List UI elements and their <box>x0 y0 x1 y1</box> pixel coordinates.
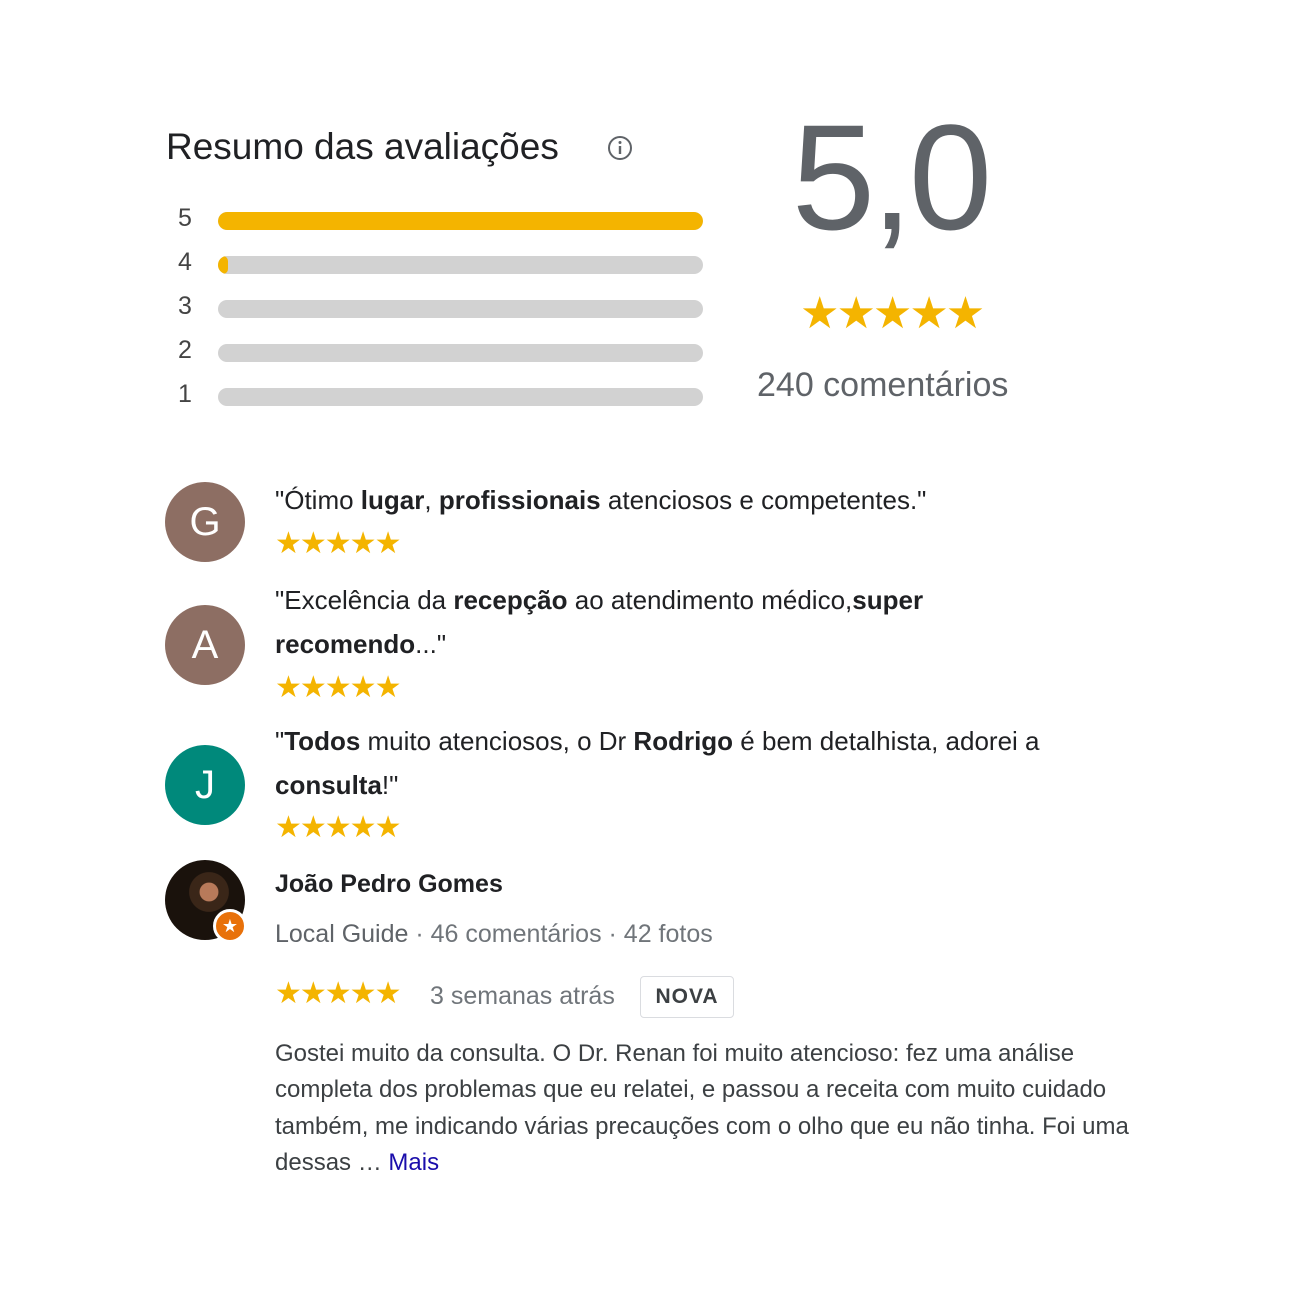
avatar: A <box>165 605 245 685</box>
rating-bar-label: 5 <box>178 204 192 232</box>
quote-highlight: Rodrigo <box>633 726 734 756</box>
rating-bar-3[interactable]: 3 <box>178 288 708 332</box>
local-guide-label: Local Guide <box>275 920 409 948</box>
rating-bar-1[interactable]: 1 <box>178 376 708 420</box>
quote-text: é bem detalhista, adorei a <box>733 726 1040 756</box>
more-link[interactable]: Mais <box>388 1149 439 1176</box>
average-score: 5,0 <box>791 93 993 261</box>
reviewer-meta: Local Guide · 46 comentários · 42 fotos <box>275 920 713 949</box>
review-stars: ★★★★★ <box>275 811 401 844</box>
local-guide-star-icon: ★ <box>213 909 247 943</box>
reviewer-name[interactable]: João Pedro Gomes <box>275 870 503 899</box>
rating-bar-fill <box>218 256 228 274</box>
rating-bar-track <box>218 256 703 274</box>
summary-title: Resumo das avaliações <box>166 126 559 167</box>
avatar: J <box>165 745 245 825</box>
rating-bar-track <box>218 344 703 362</box>
rating-bar-label: 4 <box>178 248 192 276</box>
rating-bar-fill <box>218 212 703 230</box>
quote-text: "Ótimo <box>275 485 361 515</box>
quote-highlight: consulta <box>275 770 382 800</box>
quote-text: muito atenciosos, o Dr <box>360 726 634 756</box>
quote-text: !" <box>381 770 399 800</box>
rating-bar-label: 3 <box>178 292 192 320</box>
review-snippet[interactable]: "Todos muito atenciosos, o Dr Rodrigo é … <box>275 719 1125 807</box>
review-snippet[interactable]: "Ótimo lugar, profissionais atenciosos e… <box>275 478 1145 522</box>
quote-text: ..." <box>415 629 447 659</box>
review-snippet[interactable]: "Excelência da recepção ao atendimento m… <box>275 578 995 666</box>
review-stars: ★★★★★ <box>275 977 401 1010</box>
quote-text: atenciosos e competentes." <box>600 485 927 515</box>
rating-bar-4[interactable]: 4 <box>178 244 708 288</box>
rating-bar-track <box>218 300 703 318</box>
quote-text: "Excelência da <box>275 585 454 615</box>
review-stars: ★★★★★ <box>275 527 401 560</box>
rating-bar-label: 2 <box>178 336 192 364</box>
quote-highlight: recepção <box>453 585 568 615</box>
review-body: Gostei muito da consulta. O Dr. Renan fo… <box>275 1036 1155 1181</box>
new-badge: NOVA <box>640 976 734 1018</box>
avatar: G <box>165 482 245 562</box>
review-stars: ★★★★★ <box>275 671 401 704</box>
rating-bar-track <box>218 388 703 406</box>
quote-text: " <box>275 726 285 756</box>
rating-bar-label: 1 <box>178 380 192 408</box>
quote-text: ao atendimento médico, <box>567 585 853 615</box>
average-stars: ★★★★★ <box>800 289 985 338</box>
rating-bar-2[interactable]: 2 <box>178 332 708 376</box>
rating-bar-track <box>218 212 703 230</box>
quote-highlight: Todos <box>284 726 361 756</box>
review-count-link[interactable]: 240 comentários <box>757 366 1008 405</box>
quote-text: , <box>424 485 439 515</box>
rating-bar-5[interactable]: 5 <box>178 200 708 244</box>
reviewer-stats: · 46 comentários · 42 fotos <box>408 920 713 948</box>
info-icon[interactable] <box>606 134 634 162</box>
quote-highlight: lugar <box>360 485 425 515</box>
quote-highlight: profissionais <box>438 485 601 515</box>
review-time: 3 semanas atrás <box>430 982 615 1010</box>
